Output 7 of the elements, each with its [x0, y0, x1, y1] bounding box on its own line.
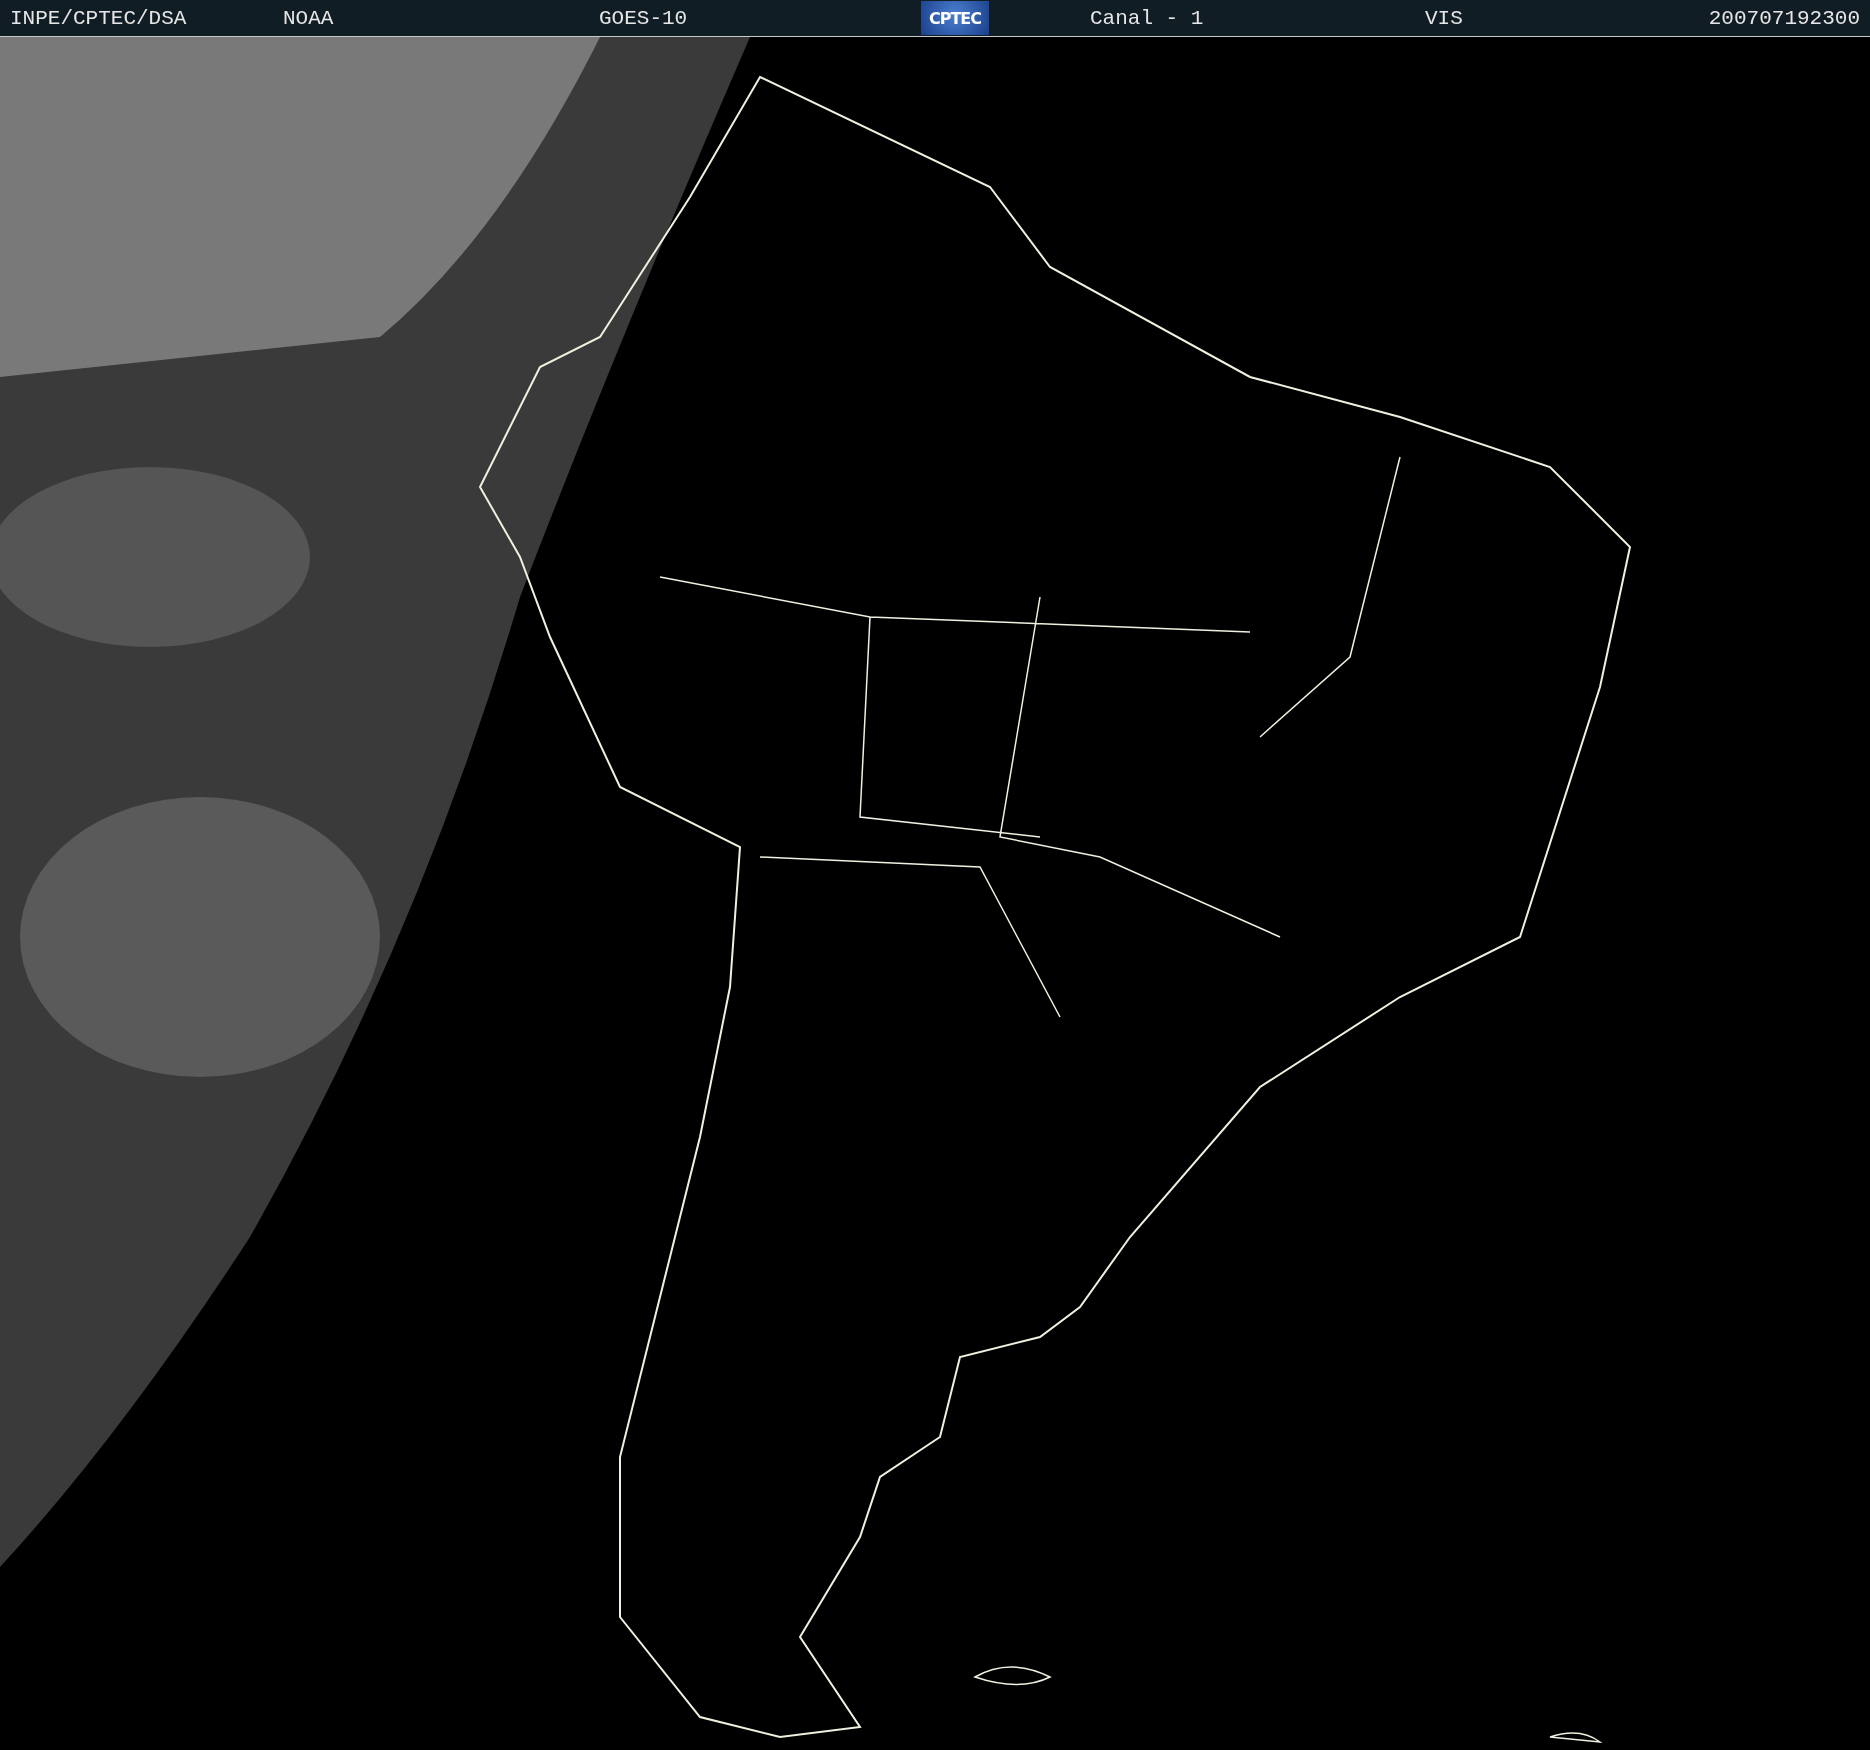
timestamp-label: 200707192300 — [1708, 6, 1861, 30]
logo: CPTEC — [921, 1, 989, 35]
channel-label: Canal - 1 — [1089, 6, 1204, 30]
satellite-label: GOES-10 — [599, 6, 688, 30]
agency-label: NOAA — [283, 6, 334, 30]
source-label: INPE/CPTEC/DSA — [10, 6, 187, 30]
band-label: VIS — [1425, 6, 1463, 30]
